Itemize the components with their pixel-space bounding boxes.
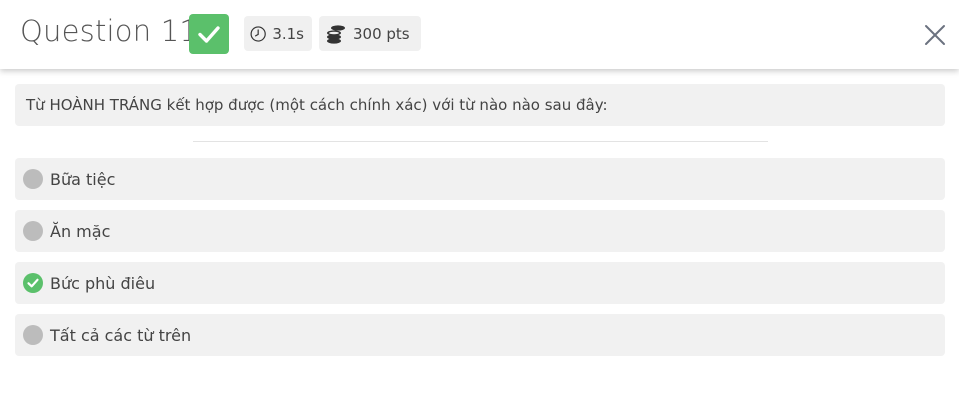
option-label: Bức phù điêu [50, 273, 156, 293]
option-label: Ăn mặc [50, 221, 111, 241]
radio-icon [23, 221, 43, 241]
points-chip: 300 pts [319, 16, 421, 51]
option-3[interactable]: Bức phù điêu [15, 262, 945, 304]
option-label: Tất cả các từ trên [50, 325, 192, 345]
question-title: Question 11 [20, 14, 199, 48]
radio-icon [23, 325, 43, 345]
option-4[interactable]: Tất cả các từ trên [15, 314, 945, 356]
question-text: Từ HOÀNH TRÁNG kết hợp được (một cách ch… [26, 96, 608, 114]
check-icon [198, 26, 220, 43]
question-text-box: Từ HOÀNH TRÁNG kết hợp được (một cách ch… [15, 84, 945, 126]
correct-status-badge [189, 14, 229, 54]
close-button[interactable] [922, 22, 948, 48]
question-header: Question 11 3.1s 300 pts [0, 0, 959, 69]
time-value: 3.1s [272, 24, 304, 43]
time-chip: 3.1s [244, 16, 312, 51]
option-1[interactable]: Bữa tiệc [15, 158, 945, 200]
correct-check-icon [23, 273, 43, 293]
divider [193, 141, 768, 142]
clock-icon [250, 25, 266, 42]
option-label: Bữa tiệc [50, 169, 116, 189]
points-value: 300 pts [353, 24, 410, 43]
coins-icon [327, 24, 345, 44]
close-icon [925, 25, 945, 45]
radio-icon [23, 169, 43, 189]
option-2[interactable]: Ăn mặc [15, 210, 945, 252]
